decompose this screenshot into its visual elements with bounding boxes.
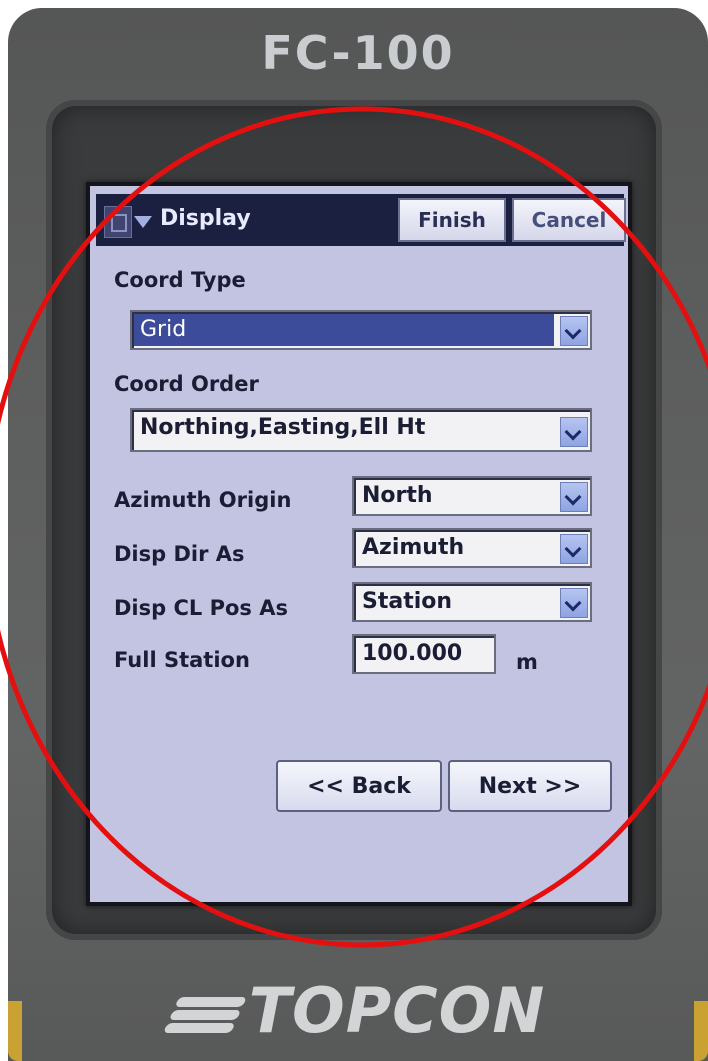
cancel-button[interactable]: Cancel <box>512 198 626 242</box>
coord-type-value: Grid <box>140 317 187 342</box>
full-station-input[interactable]: 100.000 <box>352 634 496 674</box>
coord-type-select[interactable]: Grid <box>130 310 592 350</box>
chevron-down-icon[interactable] <box>560 588 588 618</box>
back-button[interactable]: << Back <box>276 760 442 812</box>
coord-order-select[interactable]: Northing,Easting,Ell Ht <box>130 408 592 452</box>
full-station-label: Full Station <box>114 648 250 672</box>
coord-order-label: Coord Order <box>114 372 259 396</box>
disp-dir-as-value: Azimuth <box>362 535 465 560</box>
chevron-down-icon[interactable] <box>560 316 588 346</box>
coord-type-selection-highlight: Grid <box>134 314 554 346</box>
brand-logo: TOPCON <box>8 974 708 1047</box>
chevron-down-icon[interactable] <box>560 534 588 564</box>
brand-name: TOPCON <box>248 974 546 1047</box>
chevron-down-icon[interactable] <box>560 482 588 512</box>
disp-dir-as-label: Disp Dir As <box>114 542 245 566</box>
disp-cl-pos-as-label: Disp CL Pos As <box>114 596 288 620</box>
menu-dropdown-arrow-icon[interactable] <box>134 216 152 228</box>
topcon-logo-icon <box>161 993 249 1037</box>
chevron-down-icon[interactable] <box>560 417 588 447</box>
full-station-unit: m <box>516 650 538 674</box>
azimuth-origin-value: North <box>362 483 433 508</box>
next-button[interactable]: Next >> <box>448 760 612 812</box>
disp-dir-as-select[interactable]: Azimuth <box>352 528 592 568</box>
finish-button[interactable]: Finish <box>398 198 506 242</box>
disp-cl-pos-as-select[interactable]: Station <box>352 582 592 622</box>
full-station-value: 100.000 <box>362 641 463 666</box>
disp-cl-pos-as-value: Station <box>362 589 453 614</box>
start-menu-icon[interactable] <box>104 206 132 238</box>
coord-type-label: Coord Type <box>114 268 246 292</box>
coord-order-value: Northing,Easting,Ell Ht <box>140 415 426 440</box>
window-title: Display <box>160 206 251 231</box>
title-bar: Display Finish Cancel <box>96 194 626 246</box>
azimuth-origin-label: Azimuth Origin <box>114 488 292 512</box>
device-screen: Display Finish Cancel Coord Type Grid Co… <box>86 182 632 906</box>
azimuth-origin-select[interactable]: North <box>352 476 592 516</box>
device-model-label: FC-100 <box>261 26 455 80</box>
